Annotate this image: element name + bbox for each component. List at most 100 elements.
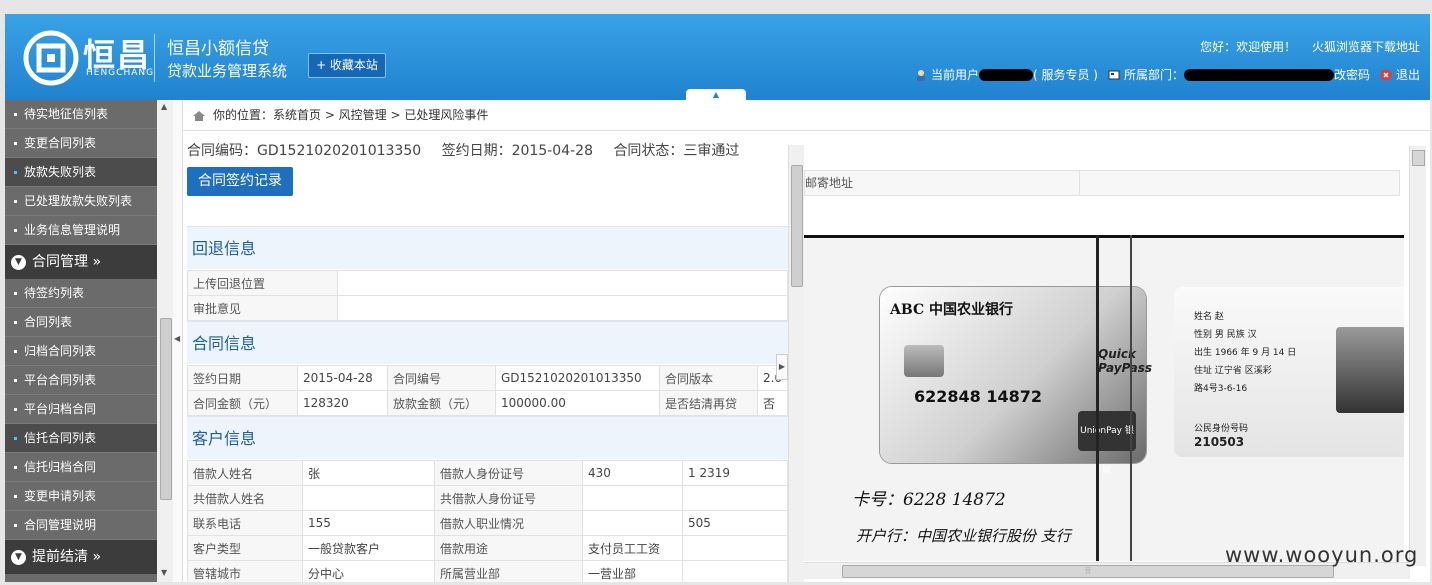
sidebar-item-label: 平台合同列表: [24, 373, 97, 387]
bullet-icon: [14, 437, 17, 440]
bullet-icon: [14, 292, 17, 295]
sidebar-scroll-thumb[interactable]: [160, 318, 172, 500]
sidebar-item[interactable]: 变更申请列表: [5, 482, 157, 511]
bullet-icon: [14, 350, 17, 353]
table-row: 借款人姓名张借款人身份证号 430 1 2319: [187, 460, 788, 486]
field-value: 张: [302, 460, 435, 486]
sidebar-item[interactable]: 平台合同列表: [5, 366, 157, 395]
sidebar-item[interactable]: 信托归档合同: [5, 453, 157, 482]
redacted-department: [1183, 68, 1334, 81]
system-title-line2: 贷款业务管理系统: [167, 62, 288, 80]
sidebar-item[interactable]: 变更合同列表: [5, 129, 157, 158]
sidebar-item-label: 合同管理说明: [24, 518, 97, 532]
sidebar-item[interactable]: 待签约列表: [5, 279, 157, 308]
sidebar-item-label: 业务信息管理说明: [24, 223, 121, 237]
field-value: 分中心: [302, 560, 435, 582]
field-value: 100000.00: [495, 390, 660, 416]
bullet-icon: [14, 495, 17, 498]
scroll-down-icon[interactable]: ▼: [161, 568, 167, 577]
change-password-link[interactable]: 改密码: [1334, 66, 1370, 83]
id-card-image: 姓名 赵性别 男 民族 汉出生 1966 年 9 月 14 日住址 辽宁省 区溪…: [1174, 287, 1404, 457]
field-value: 支付员工工资: [582, 535, 683, 561]
contract-detail-panel: 合同编码：GD1521020201013350 签约日期：2015-04-28 …: [183, 131, 788, 582]
preview-scroll-thumb[interactable]: [1412, 150, 1425, 166]
top-header: 恒昌 HENGCHANG 恒昌小额信贷 贷款业务管理系统 + 收藏本站 您好：欢…: [5, 14, 1430, 100]
id-number: 210503: [1194, 435, 1245, 449]
sidebar-item[interactable]: 业务信息管理说明: [5, 216, 157, 245]
system-title-line1: 恒昌小额信贷: [167, 39, 269, 59]
logout-icon: [1380, 69, 1392, 80]
sidebar-item[interactable]: 已处理放款失败列表: [5, 187, 157, 216]
sidebar-item-label: 合同列表: [24, 315, 73, 329]
customer-info-table: 借款人姓名张借款人身份证号 430 1 2319 共借款人姓名 共借款人身份证号 联系电话…: [187, 460, 788, 582]
sidebar-item[interactable]: 归档合同列表: [5, 337, 157, 366]
field-value: [582, 510, 683, 536]
scan-fold-line: [1130, 235, 1132, 561]
bullet-icon: [14, 113, 17, 116]
unionpay-logo: UnionPay 银联: [1078, 411, 1136, 476]
header-top-links: 您好：欢迎使用！ 火狐浏览器下载地址: [1188, 38, 1420, 55]
bullet-icon: [14, 171, 17, 174]
field-value: 否: [757, 390, 788, 416]
chevron-right-icon[interactable]: ▶: [776, 354, 788, 380]
attachment-preview-pane: 邮寄地址 ABC 中国农业银行 Quick PayPass 622848 148…: [804, 131, 1430, 582]
contract-code: 合同编码：GD1521020201013350: [187, 143, 422, 159]
sidebar-item[interactable]: 合同列表: [5, 308, 157, 337]
greeting-text: 您好：欢迎使用！: [1200, 40, 1297, 54]
card-number: 622848 14872: [914, 387, 1043, 406]
scroll-up-icon[interactable]: ▲: [161, 102, 167, 111]
sidebar-scrollbar[interactable]: ▲ ▼: [157, 100, 174, 582]
content-scroll-thumb[interactable]: [791, 165, 803, 287]
preview-vertical-scrollbar[interactable]: [1409, 146, 1426, 566]
sign-record-button[interactable]: 合同签约记录: [187, 167, 293, 196]
sidebar-item[interactable]: 合同管理说明: [5, 511, 157, 540]
department-label: 所属部门：: [1123, 68, 1184, 82]
field-label: 合同编号: [387, 365, 496, 391]
field-value: [337, 295, 788, 321]
id-photo: [1336, 327, 1404, 413]
field-value: 一般贷款客户: [302, 535, 435, 561]
logo-subtitle: HENGCHANG: [86, 68, 155, 78]
breadcrumb: 你的位置：系统首页 > 风控管理 > 已处理风险事件: [183, 100, 1430, 131]
id-card-field: 姓名 赵: [1194, 312, 1224, 322]
field-label: 管辖城市: [187, 560, 303, 582]
chevron-left-icon: ◀: [174, 334, 181, 343]
field-value: 430: [582, 460, 683, 486]
sidebar-item[interactable]: 放款失败列表: [5, 158, 157, 187]
contract-info-table: 签约日期 2015-04-28 合同编号 GD1521020201013350 合同版本…: [187, 365, 788, 416]
sidebar-item-label: 待实地征信列表: [24, 107, 109, 121]
firefox-download-link[interactable]: 火狐浏览器下载地址: [1312, 40, 1420, 54]
card-chip-icon: [904, 345, 944, 377]
sidebar-group-early-settlement[interactable]: ▼ 提前结清 »: [5, 540, 157, 574]
header-collapse-toggle[interactable]: ▲: [686, 89, 746, 100]
sidebar-item-label: 已处理放款失败列表: [24, 194, 133, 208]
sidebar-item-label: 信托合同列表: [24, 431, 97, 445]
header-divider: [154, 34, 155, 82]
id-card-field: 性别 男 民族 汉: [1194, 330, 1257, 340]
contract-meta: 合同编码：GD1521020201013350 签约日期：2015-04-28 …: [187, 140, 755, 160]
bookmark-site-button[interactable]: + 收藏本站: [308, 53, 386, 78]
sidebar-collapse-handle[interactable]: ◀: [173, 100, 183, 582]
field-value: [682, 535, 788, 561]
hengchang-logo-icon: [23, 30, 79, 86]
bullet-icon: [14, 466, 17, 469]
user-info-bar: 当前用户 ( 服务专员 ) 所属部门： 改密码 退出: [905, 66, 1420, 83]
handwritten-card-number: 卡号：6228 14872: [852, 490, 1006, 510]
sidebar-item-label: 变更申请列表: [24, 489, 97, 503]
table-row: 签约日期 2015-04-28 合同编号 GD1521020201013350 合同版本…: [187, 365, 788, 391]
sidebar-group-contract[interactable]: ▼ 合同管理 »: [5, 245, 157, 279]
table-row: 上传回退位置: [187, 270, 788, 296]
table-row: 共借款人姓名 共借款人身份证号: [187, 485, 788, 511]
field-value: [337, 270, 788, 296]
sidebar-item[interactable]: 平台归档合同: [5, 395, 157, 424]
logout-link[interactable]: 退出: [1396, 66, 1420, 83]
field-value: 一营业部: [582, 560, 683, 582]
sidebar-item[interactable]: 待实地征信列表: [5, 100, 157, 129]
sidebar-item[interactable]: 信托合同列表: [5, 424, 157, 453]
content-scrollbar[interactable]: [788, 145, 805, 582]
field-label: 是否结清再贷: [659, 390, 758, 416]
scan-fold-line: [1096, 235, 1099, 561]
bank-name: ABC 中国农业银行: [890, 302, 1013, 318]
field-value: 505: [682, 510, 788, 536]
field-value: 155: [302, 510, 435, 536]
